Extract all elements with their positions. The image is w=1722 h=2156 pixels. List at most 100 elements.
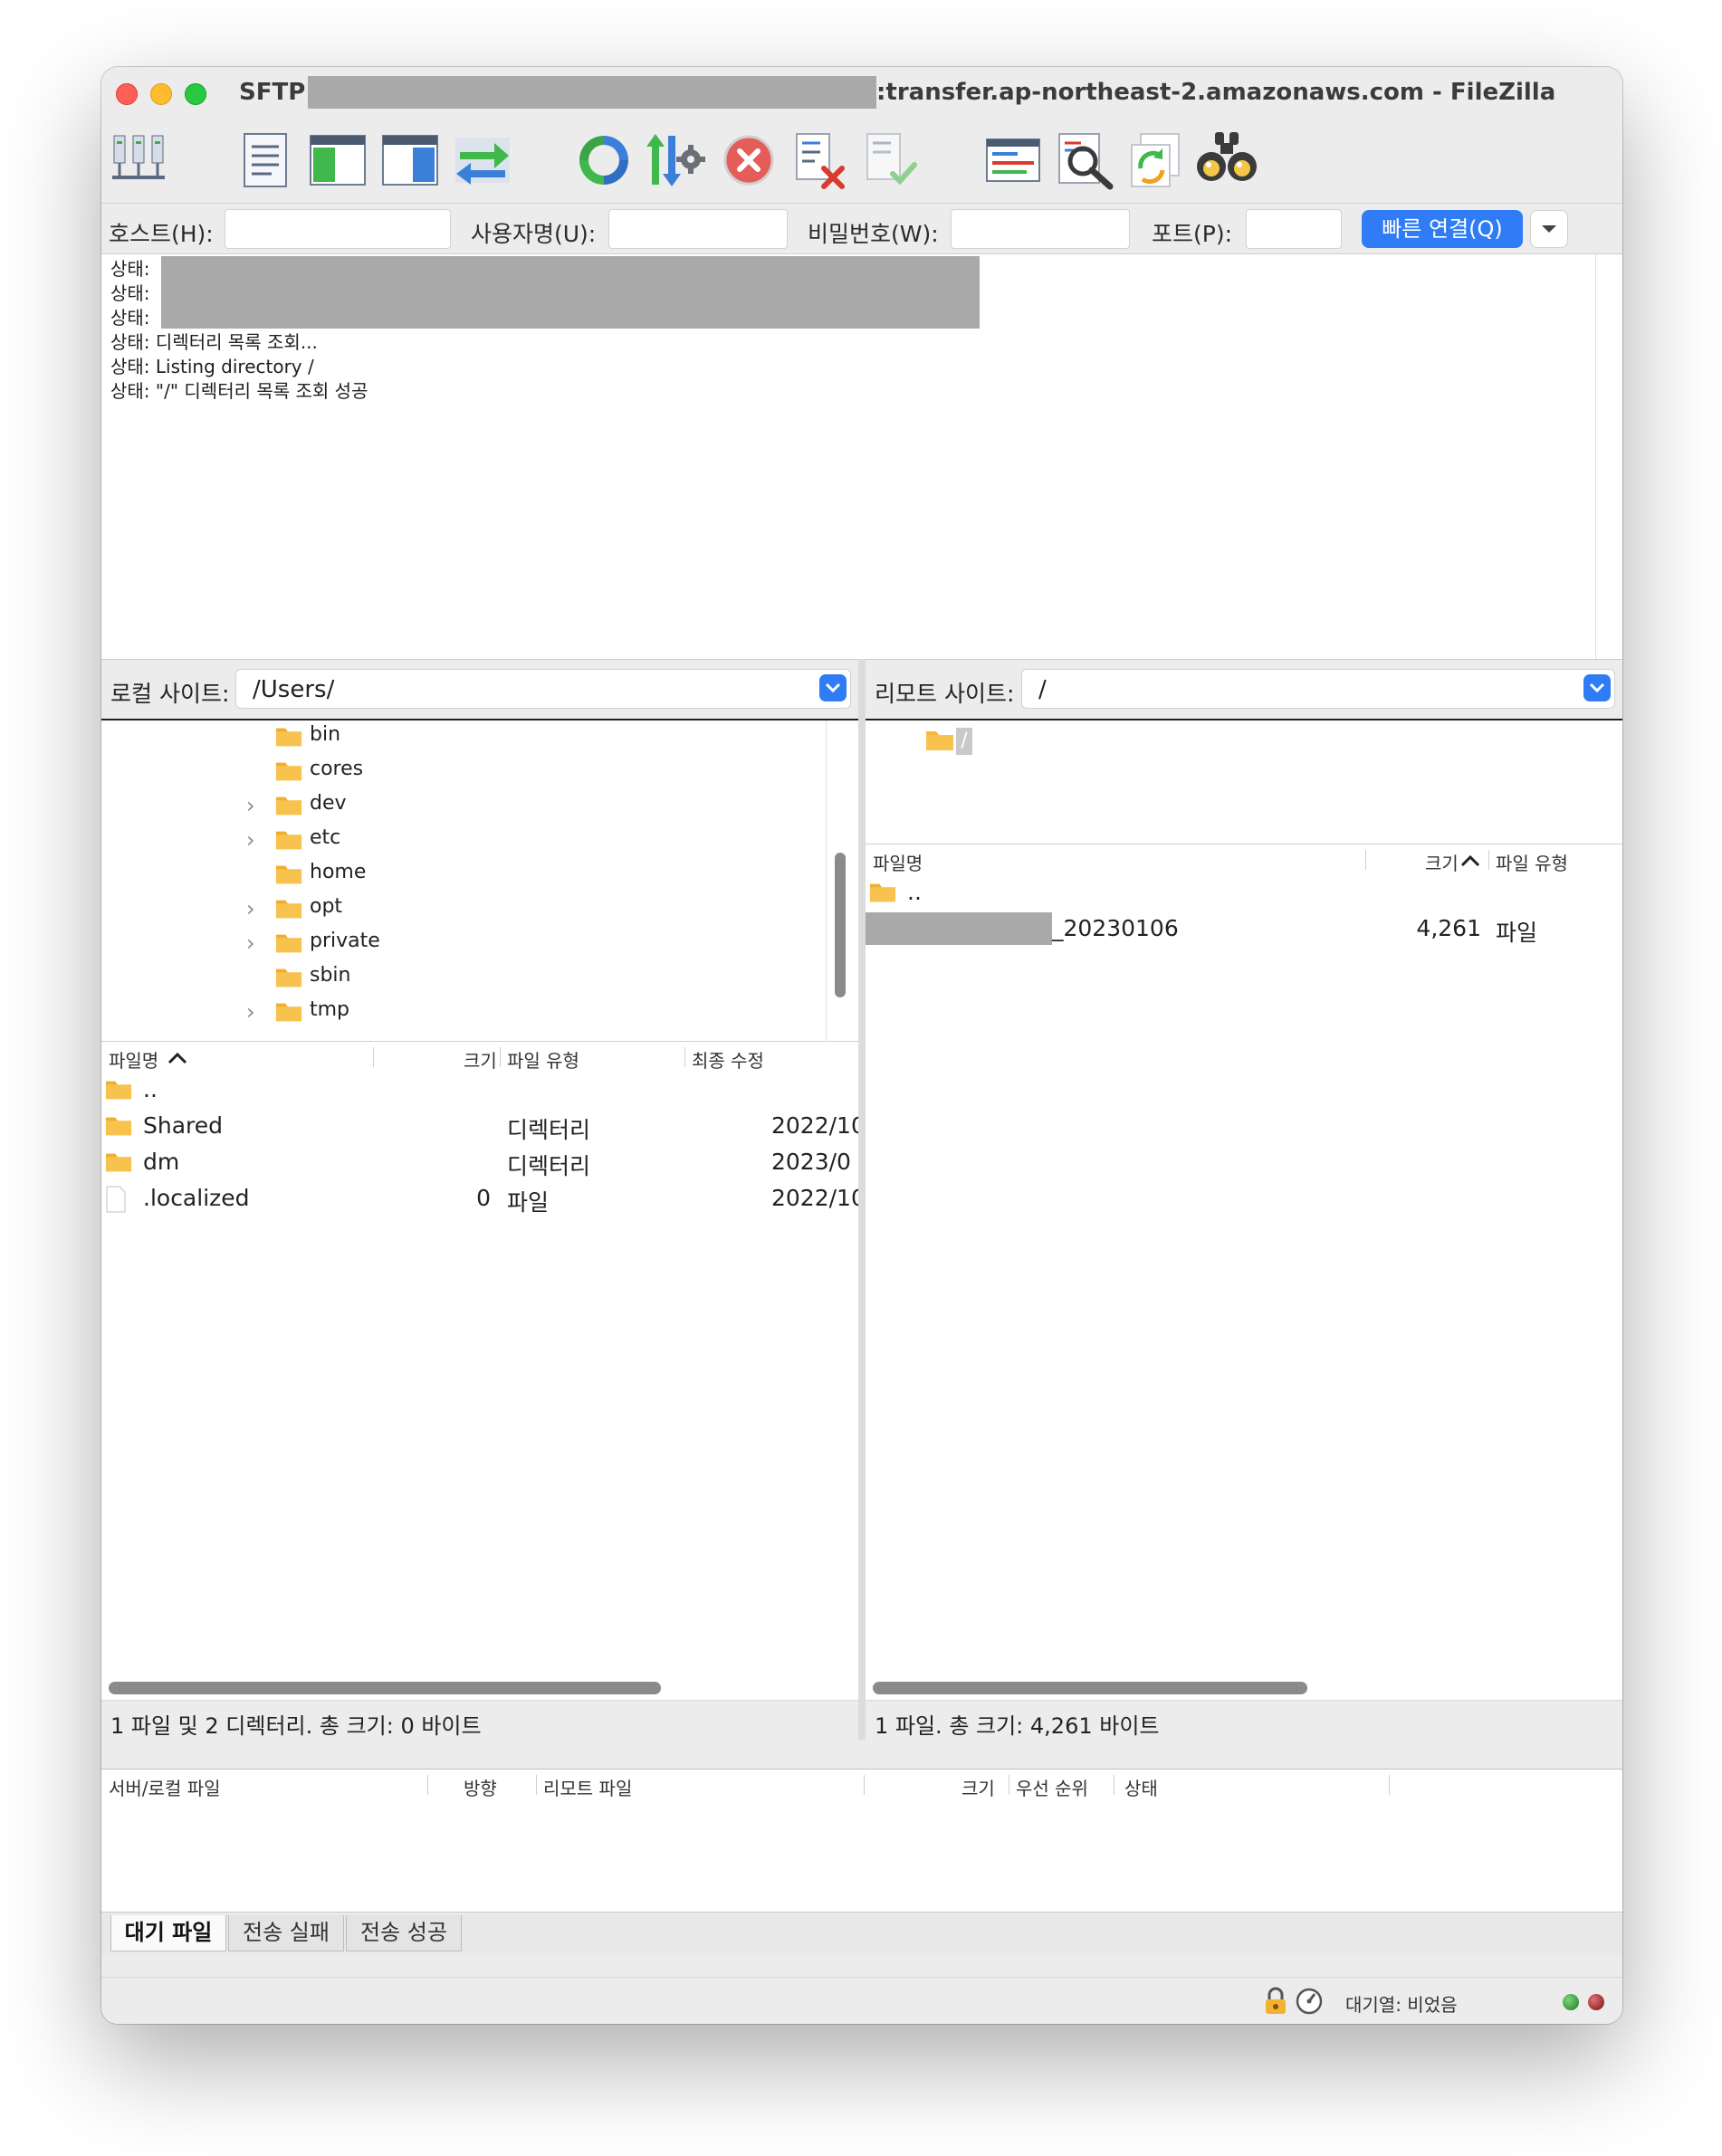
- file-name: .localized: [143, 1185, 250, 1211]
- local-tree-scroll-track: [826, 720, 827, 1041]
- transfer-queue-toggle-icon[interactable]: [451, 129, 514, 192]
- local-directory-tree: bin cores › dev › etc home › opt › private sbin › tmp: [101, 719, 858, 1041]
- tab-failed-transfers[interactable]: 전송 실패: [228, 1915, 344, 1951]
- local-tree-item[interactable]: cores: [246, 753, 789, 787]
- folder-icon: [275, 1003, 302, 1022]
- local-tree-item[interactable]: › opt: [246, 891, 789, 925]
- host-input[interactable]: [225, 209, 451, 249]
- file-name: _20230106: [1052, 915, 1179, 941]
- chevron-right-icon[interactable]: ›: [246, 793, 255, 818]
- tab-successful-transfers[interactable]: 전송 성공: [346, 1915, 462, 1951]
- local-file-row[interactable]: .localized 0 파일 2022/10: [101, 1180, 858, 1216]
- file-modified: 2022/10: [771, 1112, 858, 1139]
- process-queue-icon[interactable]: [643, 129, 706, 192]
- remote-col-size[interactable]: 크기: [1425, 849, 1459, 875]
- local-tree-item[interactable]: › private: [246, 925, 789, 959]
- message-log-toggle-icon[interactable]: [234, 129, 297, 192]
- tab-queued-files[interactable]: 대기 파일: [110, 1915, 226, 1951]
- remote-file-header: 파일명 크기 파일 유형: [866, 844, 1622, 876]
- local-col-modified[interactable]: 최종 수정: [692, 1046, 764, 1073]
- queue-col-remote-file[interactable]: 리모트 파일: [543, 1774, 632, 1800]
- directory-compare-icon[interactable]: [1054, 129, 1117, 192]
- remote-col-type[interactable]: 파일 유형: [1496, 849, 1568, 875]
- tree-item-label: home: [310, 861, 367, 883]
- local-tree-toggle-icon[interactable]: [306, 129, 369, 192]
- remote-hscrollbar[interactable]: [873, 1682, 1307, 1694]
- queue-col-status[interactable]: 상태: [1124, 1774, 1158, 1800]
- folder-icon: [275, 831, 302, 850]
- local-file-row[interactable]: dm 디렉터리 2023/0: [101, 1144, 858, 1180]
- local-hscrollbar[interactable]: [109, 1682, 661, 1694]
- local-tree-item[interactable]: › tmp: [246, 994, 789, 1028]
- remote-status-bar: 1 파일. 총 크기: 4,261 바이트: [866, 1700, 1622, 1741]
- folder-icon: [869, 883, 896, 902]
- folder-icon: [275, 728, 302, 747]
- remote-tree-toggle-icon[interactable]: [378, 129, 442, 192]
- search-files-icon[interactable]: [1195, 129, 1258, 192]
- queue-col-server-local[interactable]: 서버/로컬 파일: [109, 1774, 221, 1800]
- quickconnect-button[interactable]: 빠른 연결(Q): [1362, 210, 1523, 248]
- remote-col-name[interactable]: 파일명: [873, 849, 923, 875]
- host-label: 호스트(H):: [109, 221, 214, 247]
- password-input[interactable]: [951, 209, 1130, 249]
- remote-file-row[interactable]: _20230106 4,261 파일: [866, 911, 1622, 947]
- cancel-operation-icon[interactable]: [717, 129, 780, 192]
- file-type: 디렉터리: [507, 1117, 591, 1143]
- refresh-icon[interactable]: [572, 129, 636, 192]
- file-modified: 2022/10: [771, 1185, 858, 1211]
- local-file-list: .. Shared 디렉터리 2022/10 dm 디렉터리 2023/0 .localize…: [101, 1072, 858, 1700]
- chevron-down-icon[interactable]: [819, 674, 847, 701]
- tree-item-label: private: [310, 930, 380, 952]
- local-file-row[interactable]: ..: [101, 1072, 858, 1108]
- username-input[interactable]: [608, 209, 788, 249]
- folder-icon: [275, 762, 302, 781]
- local-path-text: /Users/: [253, 676, 335, 703]
- directory-filter-icon[interactable]: [981, 129, 1045, 192]
- disconnect-icon[interactable]: [788, 129, 851, 192]
- local-tree-item[interactable]: home: [246, 856, 789, 891]
- file-name: ..: [143, 1076, 158, 1102]
- site-manager-icon[interactable]: [107, 129, 170, 192]
- local-col-size[interactable]: 크기: [464, 1046, 497, 1073]
- zoom-window-button[interactable]: [185, 83, 206, 105]
- lock-icon[interactable]: [1262, 1987, 1289, 2016]
- queue-col-priority[interactable]: 우선 순위: [1016, 1774, 1088, 1800]
- log-redaction: [161, 256, 980, 329]
- folder-icon: [105, 1117, 132, 1136]
- chevron-right-icon[interactable]: ›: [246, 930, 255, 956]
- local-path-combo[interactable]: /Users/: [235, 669, 851, 709]
- sync-browse-icon[interactable]: [1124, 129, 1188, 192]
- sort-ascending-icon: [1460, 854, 1480, 867]
- remote-path-combo[interactable]: /: [1021, 669, 1615, 709]
- chevron-right-icon[interactable]: ›: [246, 896, 255, 921]
- file-modified: 2023/0: [771, 1149, 851, 1175]
- local-tree-item[interactable]: › etc: [246, 822, 789, 856]
- chevron-down-icon[interactable]: [1583, 674, 1611, 701]
- tree-item-label: sbin: [310, 964, 351, 987]
- port-input[interactable]: [1246, 209, 1342, 249]
- pane-splitter[interactable]: [858, 659, 866, 1740]
- remote-tree-root[interactable]: /: [925, 728, 972, 755]
- folder-icon: [105, 1153, 132, 1172]
- chevron-right-icon[interactable]: ›: [246, 827, 255, 853]
- queue-col-size[interactable]: 크기: [961, 1774, 995, 1800]
- log-line: 상태: 디렉터리 목록 조회...: [110, 331, 318, 353]
- local-tree-item[interactable]: bin: [246, 719, 789, 753]
- reconnect-icon[interactable]: [858, 129, 922, 192]
- local-col-type[interactable]: 파일 유형: [507, 1046, 579, 1073]
- local-file-row[interactable]: Shared 디렉터리 2022/10: [101, 1108, 858, 1144]
- queue-col-direction[interactable]: 방향: [464, 1774, 497, 1800]
- local-tree-scrollbar[interactable]: [835, 853, 846, 997]
- speed-limit-icon[interactable]: [1295, 1987, 1324, 2016]
- log-scrollbar[interactable]: [1595, 254, 1596, 660]
- remote-file-row[interactable]: ..: [866, 874, 1622, 911]
- close-window-button[interactable]: [116, 83, 138, 105]
- quickconnect-history-dropdown[interactable]: [1530, 210, 1568, 248]
- local-col-name[interactable]: 파일명: [109, 1046, 158, 1073]
- file-type: 디렉터리: [507, 1153, 591, 1179]
- chevron-right-icon[interactable]: ›: [246, 999, 255, 1025]
- local-tree-item[interactable]: › dev: [246, 787, 789, 822]
- file-type: 파일: [507, 1189, 550, 1216]
- local-tree-item[interactable]: sbin: [246, 959, 789, 994]
- minimize-window-button[interactable]: [150, 83, 172, 105]
